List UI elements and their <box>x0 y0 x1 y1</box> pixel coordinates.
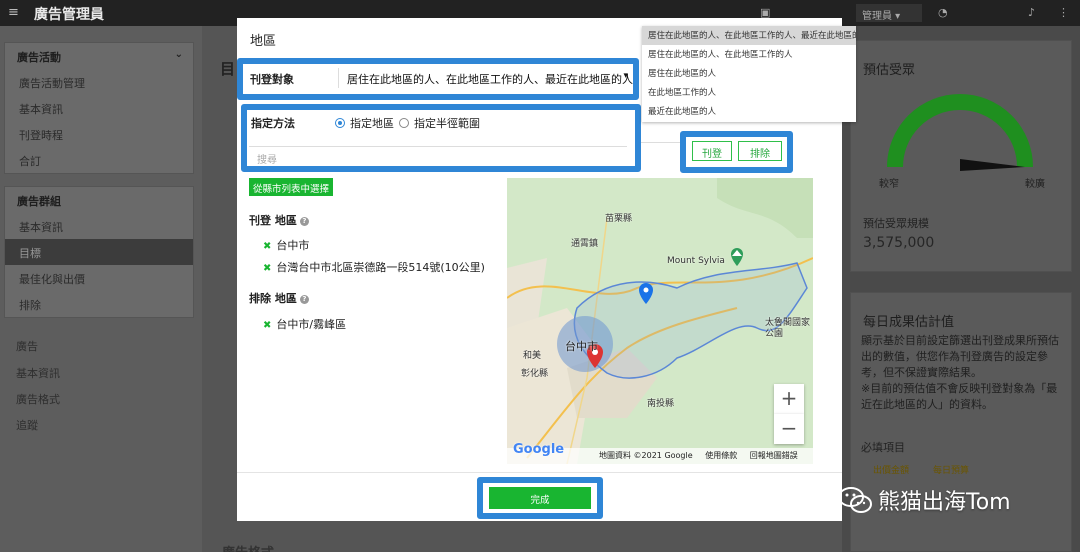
sidebar-item[interactable]: 基本資訊 <box>5 95 193 121</box>
sidebar-item[interactable]: 廣告格式 <box>16 391 60 407</box>
sidebar-item[interactable]: 追蹤 <box>16 417 38 433</box>
map-label: 通霄鎮 <box>571 239 599 249</box>
daily-title: 每日成果估計值 <box>863 315 955 330</box>
exclude-item: ✖ 台中市/霧峰區 <box>263 318 347 331</box>
exclude-button[interactable]: 排除 <box>738 141 782 161</box>
done-highlight: 完成 <box>477 477 603 519</box>
include-item: ✖ 台灣台中市北區崇德路一段514號(10公里) <box>263 261 485 274</box>
chevron-down-icon: ⌄ <box>174 49 183 60</box>
reach-value: 3,575,000 <box>863 235 935 251</box>
watermark: 熊猫出海Tom <box>838 484 1011 516</box>
estimate-panel: 預估受眾 較窄 較廣 預估受眾規模 3,575,000 每日成果估計值 顯示基於… <box>850 40 1072 552</box>
method-label: 指定方法 <box>251 117 295 130</box>
required-tag: 每日預算 <box>933 466 970 476</box>
dropdown-option[interactable]: 在此地區工作的人 <box>642 83 856 102</box>
sidebar-item[interactable]: 廣告活動管理 <box>5 69 193 95</box>
radio-off-icon <box>399 118 409 128</box>
include-exclude-highlight: 刊登 排除 <box>680 131 793 173</box>
footer-divider <box>237 472 842 473</box>
sidebar-item[interactable]: 廣告 <box>16 338 38 354</box>
select-from-list-button[interactable]: 從縣市列表中選擇 <box>249 178 333 196</box>
dropdown-option-selected[interactable]: 居住在此地區的人、在此地區工作的人、最近在此地區的人 <box>642 26 856 45</box>
sidebar-item[interactable]: 排除 <box>5 291 193 317</box>
account-menu[interactable]: 管理員 ▾ <box>856 4 922 22</box>
dropdown-option[interactable]: 居住在此地區的人、在此地區工作的人 <box>642 45 856 64</box>
map-label: 南投縣 <box>647 399 675 409</box>
daily-description: 顯示基於目前設定篩選出刊登成果所預估出的數值，供您作為刊登廣告的設定參考，但不保… <box>861 334 1059 379</box>
sidebar-group-adgroup: 廣告群組 基本資訊 目標 最佳化與出價 排除 <box>4 186 194 318</box>
remove-icon[interactable]: ✖ <box>263 320 271 331</box>
app-title: 廣告管理員 <box>34 7 104 23</box>
section-heading: 廣告格式 <box>222 542 274 552</box>
sidebar-group-head[interactable]: 廣告活動 ⌄ <box>5 43 193 69</box>
map-label: Mount Sylvia <box>667 256 725 266</box>
required-tag: 出價金額 <box>873 466 910 476</box>
audience-card: 預估受眾 較窄 較廣 預估受眾規模 3,575,000 <box>850 40 1072 272</box>
help-icon[interactable]: ◔ <box>938 6 948 19</box>
daily-note: ※目前的預估值不會反映刊登對象為「最近在此地區的人」的資料。 <box>861 382 1058 411</box>
include-section-label: 刊登 地區? <box>249 212 309 228</box>
audience-gauge <box>887 94 1033 171</box>
zoom-in-button[interactable]: + <box>774 384 804 414</box>
zoom-out-button[interactable]: − <box>774 414 804 444</box>
sidebar-item[interactable]: 基本資訊 <box>5 213 193 239</box>
gauge-right-label: 較廣 <box>1025 179 1045 190</box>
sidebar-group-head[interactable]: 廣告群組 <box>5 187 193 213</box>
dropdown-option[interactable]: 居住在此地區的人 <box>642 64 856 83</box>
hamburger-menu-icon[interactable]: ≡ <box>8 5 19 20</box>
bell-icon[interactable]: ♪ <box>1028 6 1035 19</box>
sidebar-item[interactable]: 合訂 <box>5 147 193 173</box>
sidebar: 廣告活動 ⌄ 廣告活動管理 基本資訊 刊登時程 合訂 廣告群組 基本資訊 目標 … <box>0 26 202 552</box>
modal-title: 地區 <box>250 34 277 49</box>
done-button[interactable]: 完成 <box>489 487 591 509</box>
map-label: 彰化縣 <box>521 369 549 379</box>
page-heading: 目 <box>220 60 236 78</box>
dropdown-option[interactable]: 最近在此地區的人 <box>642 102 856 121</box>
help-icon[interactable]: ? <box>299 217 309 226</box>
help-icon[interactable]: ? <box>299 295 309 304</box>
more-icon[interactable]: ⋮ <box>1058 6 1069 19</box>
search-input[interactable]: 搜尋 <box>249 146 627 166</box>
search-divider <box>641 142 681 143</box>
radio-region[interactable]: 指定地區 <box>335 115 394 131</box>
target-select[interactable]: 居住在此地區的人、在此地區工作的人、最近在此地區的人 ▾ <box>338 68 633 88</box>
watermark-text: 熊猫出海Tom <box>878 490 1011 515</box>
dropdown-arrow-icon: ▾ <box>623 71 628 81</box>
sidebar-item-active[interactable]: 目標 <box>5 239 193 265</box>
terms-link[interactable]: 使用條款 <box>705 451 737 460</box>
exclude-section-label: 排除 地區? <box>249 290 309 306</box>
map-label: 苗栗縣 <box>605 214 633 224</box>
map-label: 太魯閣國家公園 <box>765 318 811 339</box>
reach-label: 預估受眾規模 <box>863 217 929 230</box>
required-label: 必填項目 <box>861 441 905 454</box>
target-row-highlight: 刊登對象 居住在此地區的人、在此地區工作的人、最近在此地區的人 ▾ <box>237 58 639 100</box>
wechat-icon <box>838 487 872 513</box>
audience-title: 預估受眾 <box>863 63 916 78</box>
include-item: ✖ 台中市 <box>263 239 310 252</box>
method-row-highlight: 指定方法 指定地區 指定半徑範圍 搜尋 <box>241 104 641 172</box>
map-label: 和美 <box>523 351 542 361</box>
radio-radius[interactable]: 指定半徑範圍 <box>399 115 480 131</box>
sidebar-group-campaign: 廣告活動 ⌄ 廣告活動管理 基本資訊 刊登時程 合訂 <box>4 42 194 174</box>
sidebar-item[interactable]: 基本資訊 <box>16 365 60 381</box>
sidebar-item[interactable]: 刊登時程 <box>5 121 193 147</box>
sidebar-item[interactable]: 最佳化與出價 <box>5 265 193 291</box>
remove-icon[interactable]: ✖ <box>263 263 271 274</box>
google-logo: Google <box>513 442 565 457</box>
target-label: 刊登對象 <box>250 73 294 86</box>
radio-on-icon <box>335 118 345 128</box>
remove-icon[interactable]: ✖ <box>263 241 271 252</box>
map-label-city: 台中市 <box>565 340 598 353</box>
region-map[interactable]: 苗栗縣 通霄鎮 Mount Sylvia 台中市 和美 彰化縣 南投縣 太魯閣國… <box>507 178 813 464</box>
report-link[interactable]: 回報地圖錯誤 <box>750 451 798 460</box>
gauge-left-label: 較窄 <box>879 179 899 190</box>
include-button[interactable]: 刊登 <box>692 141 732 161</box>
target-dropdown-list: 居住在此地區的人、在此地區工作的人、最近在此地區的人 居住在此地區的人、在此地區… <box>642 26 856 122</box>
